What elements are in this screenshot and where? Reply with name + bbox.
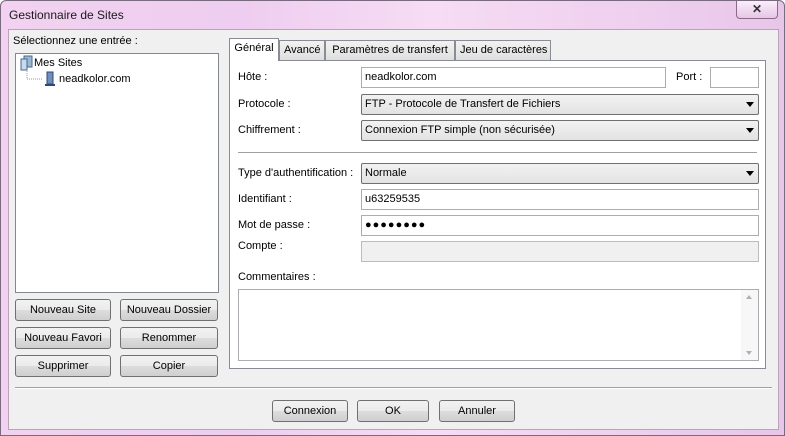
- chevron-down-icon: [746, 102, 754, 107]
- encryption-select[interactable]: Connexion FTP simple (non sécurisée): [361, 120, 759, 141]
- new-bookmark-button[interactable]: Nouveau Favori: [15, 327, 111, 349]
- user-label: Identifiant :: [238, 193, 292, 205]
- site-tree[interactable]: Mes Sites neadkolor.com: [15, 53, 219, 293]
- connect-button[interactable]: Connexion: [272, 400, 348, 422]
- tree-item-site[interactable]: neadkolor.com: [44, 71, 131, 87]
- site-manager-window: Gestionnaire de Sites ✕ Sélectionnez une…: [0, 0, 785, 436]
- title-bar: Gestionnaire de Sites ✕: [1, 1, 784, 29]
- general-panel: Hôte : neadkolor.com Port : Protocole : …: [229, 60, 766, 369]
- account-input: [361, 241, 759, 262]
- auth-type-label: Type d'authentification :: [238, 167, 354, 179]
- host-input[interactable]: neadkolor.com: [361, 67, 666, 88]
- close-button[interactable]: ✕: [736, 1, 778, 19]
- password-input[interactable]: ●●●●●●●●: [361, 215, 759, 236]
- delete-button[interactable]: Supprimer: [15, 355, 111, 377]
- computer-icon: [20, 55, 33, 71]
- chevron-down-icon: [746, 128, 754, 133]
- scroll-down-icon[interactable]: [746, 351, 752, 355]
- cancel-button[interactable]: Annuler: [439, 400, 515, 422]
- new-site-button[interactable]: Nouveau Site: [15, 299, 111, 321]
- tree-item-site-label: neadkolor.com: [59, 73, 131, 85]
- divider: [238, 152, 757, 154]
- protocol-select-value: FTP - Protocole de Transfert de Fichiers: [365, 98, 561, 110]
- dialog-client-area: Sélectionnez une entrée : Mes Sites nead…: [8, 29, 779, 430]
- tab-general[interactable]: Général: [229, 38, 279, 61]
- host-label: Hôte :: [238, 71, 268, 83]
- scroll-up-icon[interactable]: [746, 295, 752, 299]
- tree-connector-lines: [26, 71, 42, 80]
- user-input[interactable]: u63259535: [361, 189, 759, 210]
- copy-button[interactable]: Copier: [120, 355, 218, 377]
- auth-type-select[interactable]: Normale: [361, 163, 759, 184]
- protocol-label: Protocole :: [238, 98, 291, 110]
- tree-root-my-sites[interactable]: Mes Sites: [20, 55, 82, 71]
- close-icon[interactable]: ✕: [752, 2, 762, 16]
- port-label: Port :: [676, 71, 703, 83]
- server-icon: [45, 71, 55, 86]
- tree-root-label: Mes Sites: [34, 57, 83, 69]
- comments-label: Commentaires :: [238, 271, 316, 283]
- window-title: Gestionnaire de Sites: [9, 8, 124, 22]
- encryption-select-value: Connexion FTP simple (non sécurisée): [365, 124, 555, 136]
- tab-transfer-settings[interactable]: Paramètres de transfert: [325, 40, 455, 60]
- auth-type-select-value: Normale: [365, 167, 407, 179]
- ok-button[interactable]: OK: [357, 400, 429, 422]
- tab-charset[interactable]: Jeu de caractères: [455, 40, 551, 60]
- port-input[interactable]: [710, 67, 759, 88]
- account-label: Compte :: [238, 240, 283, 252]
- comments-textarea[interactable]: [238, 289, 759, 361]
- select-entry-label: Sélectionnez une entrée :: [13, 35, 138, 47]
- rename-button[interactable]: Renommer: [120, 327, 218, 349]
- footer-divider: [15, 387, 772, 389]
- comments-scrollbar[interactable]: [741, 290, 758, 360]
- new-folder-button[interactable]: Nouveau Dossier: [120, 299, 218, 321]
- protocol-select[interactable]: FTP - Protocole de Transfert de Fichiers: [361, 94, 759, 115]
- encryption-label: Chiffrement :: [238, 124, 301, 136]
- chevron-down-icon: [746, 171, 754, 176]
- tab-advanced[interactable]: Avancé: [279, 40, 325, 60]
- password-label: Mot de passe :: [238, 219, 311, 231]
